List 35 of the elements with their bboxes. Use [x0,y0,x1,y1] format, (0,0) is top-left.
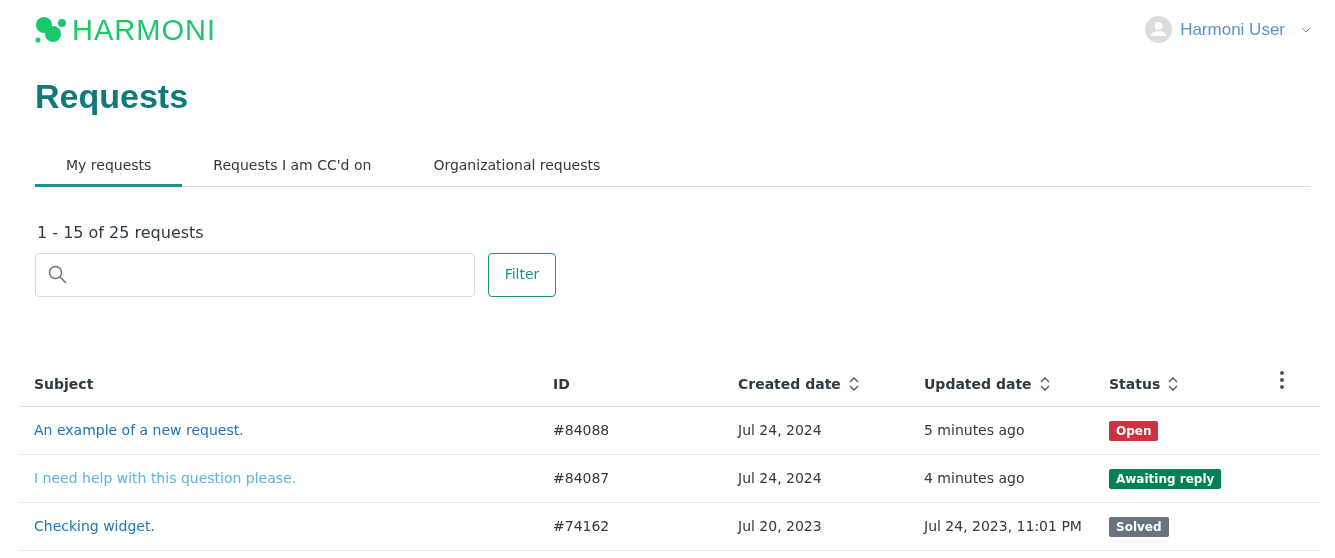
table-cell: #74162 [553,517,610,534]
table-cell: #84088 [553,421,610,438]
table-cell: #84087 [553,469,610,486]
sort-icon[interactable] [848,377,859,392]
table-cell: Jul 24, 2024 [738,469,822,486]
search-icon [48,265,67,285]
search-field[interactable] [35,252,475,297]
more-options-icon[interactable] [1280,370,1284,389]
request-count: 1 - 15 of 25 requests [37,221,205,244]
column-header: Subject [34,374,94,394]
column-header[interactable]: Status [1109,373,1179,395]
table-cell: 4 minutes ago [924,469,1025,486]
table-cell: Jul 20, 2023 [738,517,822,534]
table-cell: Jul 24, 2024 [738,421,822,438]
tab[interactable]: My requests [35,154,183,187]
logo-icon [35,16,68,45]
column-header[interactable]: Updated date [924,373,1050,395]
request-link[interactable]: Checking widget. [34,517,155,534]
request-link[interactable]: An example of a new request. [34,421,244,438]
table-cell: Jul 24, 2023, 11:01 PM [924,517,1082,534]
avatar-icon [1145,16,1173,43]
sort-icon[interactable] [1039,377,1050,392]
chevron-down-icon [1301,26,1311,33]
status-badge: Awaiting reply [1109,468,1222,489]
status-badge: Open [1109,420,1159,441]
status-badge: Solved [1109,516,1169,537]
tab[interactable]: Organizational requests [402,154,632,187]
column-header[interactable]: Created date [738,373,859,395]
sort-icon[interactable] [1168,377,1179,392]
column-header: ID [553,374,570,394]
tab[interactable]: Requests I am CC'd on [182,154,403,187]
filter-button[interactable]: Filter [488,252,556,297]
page-title: Requests [35,76,190,117]
table-cell: 5 minutes ago [924,421,1025,438]
logo-text: HARMONI [72,16,216,45]
